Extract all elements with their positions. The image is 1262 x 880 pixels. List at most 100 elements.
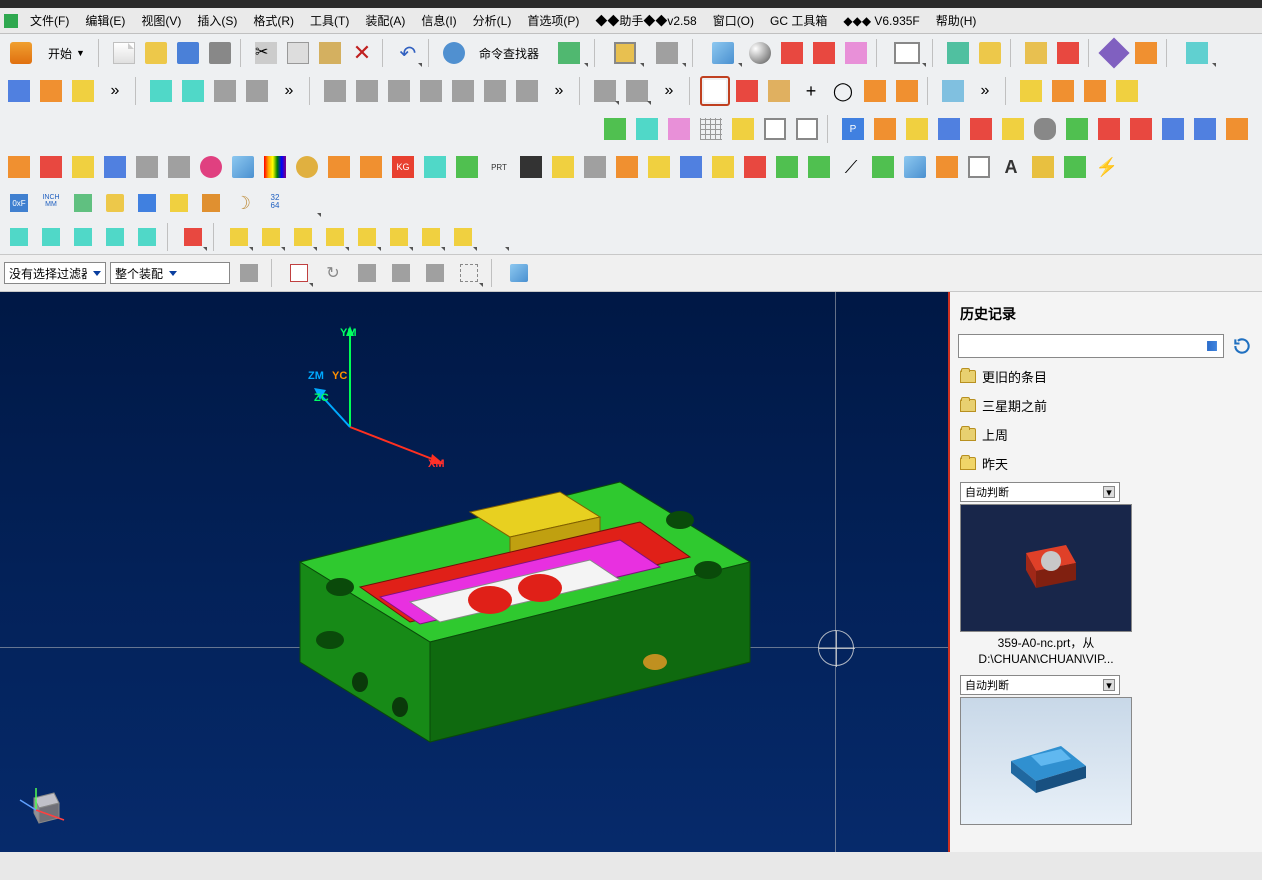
tb4-icon-2[interactable] — [36, 152, 66, 182]
history-mode-dropdown[interactable]: 自动判断▾ — [960, 482, 1120, 502]
paste-button[interactable] — [315, 38, 345, 68]
scope-dropdown[interactable]: 整个装配 — [110, 262, 230, 284]
tb2-list-icon[interactable] — [938, 76, 968, 106]
tb2-yel2-icon[interactable] — [1048, 76, 1078, 106]
menu-window[interactable]: 窗口(O) — [705, 9, 762, 32]
tb2-icon-7[interactable] — [242, 76, 272, 106]
tb2-yel4-icon[interactable] — [1112, 76, 1142, 106]
import-icon[interactable] — [975, 38, 1005, 68]
tb4-icon-4[interactable] — [100, 152, 130, 182]
tb3-icon-5[interactable] — [728, 114, 758, 144]
tb4-bolt-icon[interactable]: ⚡ — [1092, 152, 1122, 182]
history-thumbnail-2[interactable] — [960, 697, 1132, 825]
fb-icon-4[interactable] — [352, 258, 382, 288]
tb6-icon-8[interactable] — [256, 222, 286, 252]
tb3-icon-11[interactable] — [934, 114, 964, 144]
cube-view-button[interactable] — [703, 38, 743, 68]
tree2-icon[interactable] — [1053, 38, 1083, 68]
tb4-icon-28[interactable] — [1028, 152, 1058, 182]
tb3-icon-15[interactable] — [1094, 114, 1124, 144]
sphere-shade-button[interactable] — [745, 38, 775, 68]
menu-insert[interactable]: 插入(S) — [189, 9, 245, 32]
tb2-box2-icon[interactable] — [732, 76, 762, 106]
tb3-icon-13[interactable] — [998, 114, 1028, 144]
tb6-icon-7[interactable] — [224, 222, 254, 252]
tb2-icon-13[interactable] — [480, 76, 510, 106]
tb4-icon-13[interactable] — [516, 152, 546, 182]
tb4-icon-26[interactable] — [932, 152, 962, 182]
tb4-ring-icon[interactable] — [292, 152, 322, 182]
history-thumbnail-1[interactable] — [960, 504, 1132, 632]
tb4-icon-17[interactable] — [644, 152, 674, 182]
cmd-finder-icon[interactable] — [439, 38, 469, 68]
fb-icon-7[interactable] — [454, 258, 484, 288]
tb2-icon-8[interactable] — [320, 76, 350, 106]
menu-edit[interactable]: 编辑(E) — [77, 9, 133, 32]
tb4-icon-6[interactable] — [164, 152, 194, 182]
tb2-flag-icon[interactable] — [590, 76, 620, 106]
fb-icon-1[interactable] — [234, 258, 264, 288]
tb5-0xf-icon[interactable]: 0xF — [4, 188, 34, 218]
menu-tools[interactable]: 工具(T) — [302, 9, 357, 32]
tb2-icon-9[interactable] — [352, 76, 382, 106]
tb4-icon-20[interactable] — [740, 152, 770, 182]
tb4-icon-11[interactable] — [420, 152, 450, 182]
menu-info[interactable]: 信息(I) — [413, 9, 464, 32]
tb2-more-4[interactable]: » — [654, 76, 684, 106]
tb6-more[interactable] — [480, 222, 510, 252]
tb3-icon-12[interactable] — [966, 114, 996, 144]
fb-icon-6[interactable] — [420, 258, 450, 288]
tb2-more-2[interactable]: » — [274, 76, 304, 106]
tb2-box5-icon[interactable] — [892, 76, 922, 106]
tb4-icon-3[interactable] — [68, 152, 98, 182]
tb2-more-1[interactable]: » — [100, 76, 130, 106]
tb3-icon-14[interactable] — [1062, 114, 1092, 144]
new-button[interactable] — [109, 38, 139, 68]
tb3-icon-10[interactable] — [902, 114, 932, 144]
tb6-icon-2[interactable] — [36, 222, 66, 252]
tb6-icon-6[interactable] — [178, 222, 208, 252]
red-cube-icon[interactable] — [777, 38, 807, 68]
fb-cube-icon[interactable] — [504, 258, 534, 288]
tb4-icon-16[interactable] — [612, 152, 642, 182]
tb6-icon-13[interactable] — [416, 222, 446, 252]
tb3-bear-icon[interactable] — [1030, 114, 1060, 144]
diamond2-icon[interactable] — [1131, 38, 1161, 68]
menu-file[interactable]: 文件(F) — [22, 9, 77, 32]
fb-icon-5[interactable] — [386, 258, 416, 288]
tb2-icon-14[interactable] — [512, 76, 542, 106]
tb4-icon-5[interactable] — [132, 152, 162, 182]
tb2-yel3-icon[interactable] — [1080, 76, 1110, 106]
tb3-icon-6[interactable] — [760, 114, 790, 144]
tb2-flag2-icon[interactable] — [622, 76, 652, 106]
tb6-icon-3[interactable] — [68, 222, 98, 252]
tb6-icon-1[interactable] — [4, 222, 34, 252]
tb2-icon-10[interactable] — [384, 76, 414, 106]
tb4-text-icon[interactable]: A — [996, 152, 1026, 182]
tb4-icon-21[interactable] — [772, 152, 802, 182]
menu-assistant[interactable]: ◆◆助手◆◆v2.58 — [587, 9, 704, 32]
history-refresh-button[interactable] — [1230, 334, 1254, 358]
tb3-icon-1[interactable] — [600, 114, 630, 144]
pink-cube-icon[interactable] — [841, 38, 871, 68]
tb5-moon-icon[interactable]: ☽ — [228, 188, 258, 218]
blank-rect-icon[interactable] — [887, 38, 927, 68]
tb4-icon-10[interactable] — [356, 152, 386, 182]
tb4-icon-18[interactable] — [676, 152, 706, 182]
tb3-icon-17[interactable] — [1158, 114, 1188, 144]
menu-help[interactable]: 帮助(H) — [928, 9, 985, 32]
menu-format[interactable]: 格式(R) — [245, 9, 302, 32]
tb6-icon-12[interactable] — [384, 222, 414, 252]
tb3-icon-9[interactable] — [870, 114, 900, 144]
tb4-icon-12[interactable] — [452, 152, 482, 182]
tb2-icon-11[interactable] — [416, 76, 446, 106]
tb4-icon-1[interactable] — [4, 152, 34, 182]
history-item-2[interactable]: 自动判断▾ — [950, 671, 1262, 829]
folder-3weeks[interactable]: 三星期之前 — [950, 391, 1262, 420]
tb5-inch-icon[interactable]: INCH MM — [36, 188, 66, 218]
tb5-more[interactable] — [292, 188, 322, 218]
tb6-icon-10[interactable] — [320, 222, 350, 252]
tb2-more-3[interactable]: » — [544, 76, 574, 106]
tb3-icon-2[interactable] — [632, 114, 662, 144]
diamond-icon[interactable] — [1099, 38, 1129, 68]
